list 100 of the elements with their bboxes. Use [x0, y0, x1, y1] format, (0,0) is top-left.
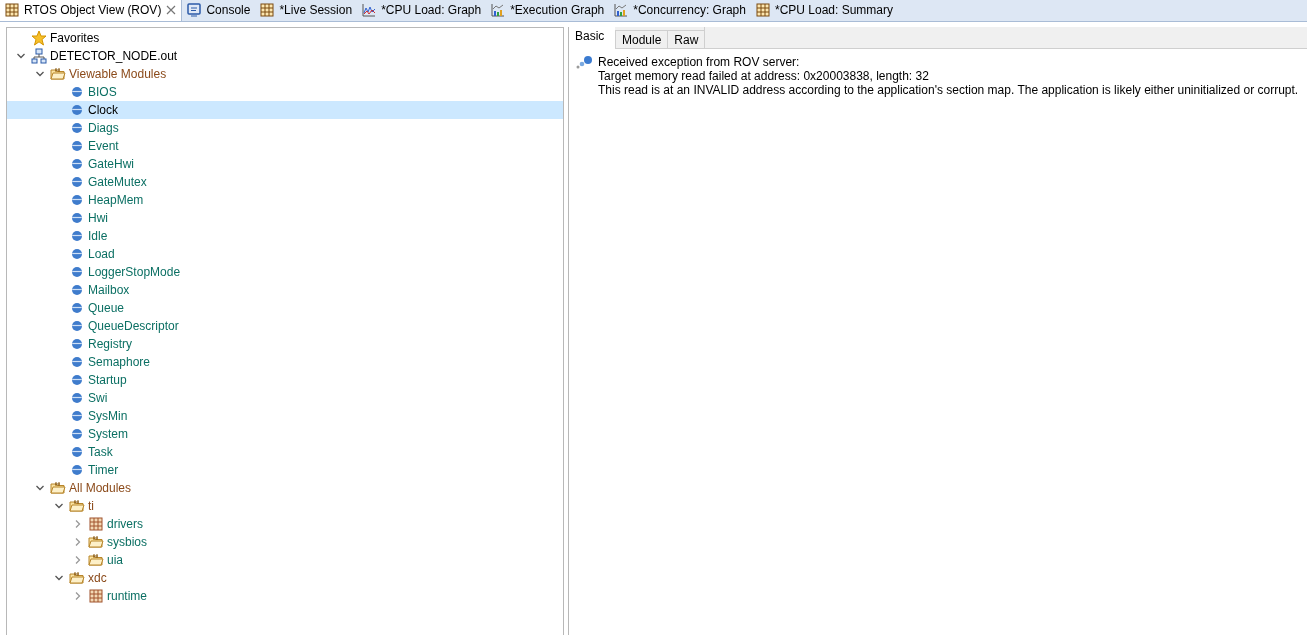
folder-icon [87, 535, 104, 549]
tree-label: Startup [88, 372, 127, 389]
grid-icon [755, 3, 770, 17]
message-title: Received exception from ROV server: [598, 55, 801, 69]
tree-item[interactable]: BIOS [7, 83, 563, 101]
tree-item[interactable]: Registry [7, 335, 563, 353]
chevron-down-icon[interactable] [35, 483, 45, 493]
dot-icon [70, 284, 83, 296]
editor-tab[interactable]: *CPU Load: Summary [750, 0, 898, 21]
dot-icon [70, 392, 83, 404]
dot-icon [70, 374, 83, 386]
tree-item[interactable]: LoggerStopMode [7, 263, 563, 281]
editor-tab[interactable]: *Execution Graph [486, 0, 610, 21]
dot-icon [70, 104, 83, 116]
tree-label: All Modules [69, 480, 132, 497]
tree-label: ti [88, 498, 94, 515]
chevron-down-icon[interactable] [54, 501, 64, 511]
message-line: Target memory read failed at address: 0x20003838, length: 32 [598, 69, 930, 83]
tree-label: BIOS [88, 84, 117, 101]
tree-label: GateHwi [88, 156, 134, 173]
tree-item[interactable]: Load [7, 245, 563, 263]
tree-label: Queue [88, 300, 125, 317]
chevron-down-icon[interactable] [35, 69, 45, 79]
grid-icon [88, 517, 103, 531]
tree-item[interactable]: sysbios [7, 533, 563, 551]
tree-item[interactable]: Semaphore [7, 353, 563, 371]
tree-item[interactable]: Idle [7, 227, 563, 245]
tree-item[interactable]: Swi [7, 389, 563, 407]
tree-item[interactable]: Task [7, 443, 563, 461]
editor-tab[interactable]: *Concurrency: Graph [609, 0, 751, 21]
grid-icon [5, 3, 19, 17]
tree-label: Swi [88, 390, 108, 407]
tree-item[interactable]: Mailbox [7, 281, 563, 299]
editor-tab[interactable]: Console [182, 0, 256, 21]
tree-item[interactable]: HeapMem [7, 191, 563, 209]
folder-icon [68, 571, 85, 585]
tree-item[interactable]: Startup [7, 371, 563, 389]
tree-label: System [88, 426, 128, 443]
bar-chart-icon [614, 3, 629, 17]
tree-label: Hwi [88, 210, 108, 227]
dot-icon [70, 320, 83, 332]
editor-tab[interactable]: RTOS Object View (ROV) [0, 0, 183, 21]
tree-label: xdc [88, 570, 107, 587]
dot-icon [70, 230, 83, 242]
tree-item[interactable]: System [7, 425, 563, 443]
star-icon [30, 30, 47, 46]
message-line: This read is at an INVALID address according to the application's section map. The application is likely either uninitialized or corrupt. [598, 83, 1299, 97]
tree-item[interactable]: GateHwi [7, 155, 563, 173]
editor-tab[interactable]: *Live Session [255, 0, 358, 21]
tree-item[interactable]: DETECTOR_NODE.out [7, 47, 563, 65]
dot-icon [70, 410, 83, 422]
tree-label: Registry [88, 336, 132, 353]
dot-icon [70, 356, 83, 368]
grid-icon [88, 589, 103, 603]
tree-item[interactable]: xdc [7, 569, 563, 587]
tree-item[interactable]: SysMin [7, 407, 563, 425]
dot-icon [70, 302, 83, 314]
tree-item[interactable]: Hwi [7, 209, 563, 227]
tree-item[interactable]: ti [7, 497, 563, 515]
tree-label: Timer [88, 462, 119, 479]
tree-label: runtime [107, 588, 147, 605]
tree-label: HeapMem [88, 192, 144, 209]
chevron-down-icon[interactable] [54, 573, 64, 583]
detail-tab[interactable]: Module [615, 30, 668, 48]
molecule-dots-icon [576, 55, 593, 69]
tree-item[interactable]: QueueDescriptor [7, 317, 563, 335]
tree-label: Clock [88, 102, 118, 119]
dot-icon [70, 464, 83, 476]
dot-icon [70, 122, 83, 134]
tree-item[interactable]: Timer [7, 461, 563, 479]
tree-item[interactable]: runtime [7, 587, 563, 605]
tree-item[interactable]: drivers [7, 515, 563, 533]
detail-tab[interactable]: Basic [569, 26, 615, 49]
dot-icon [70, 176, 83, 188]
tree-item[interactable]: Queue [7, 299, 563, 317]
tree-item[interactable]: Diags [7, 119, 563, 137]
dot-icon [70, 446, 83, 458]
dot-icon [70, 338, 83, 350]
tree-item[interactable]: uia [7, 551, 563, 569]
dot-icon [70, 266, 83, 278]
tree-label: Mailbox [88, 282, 130, 299]
tree-item[interactable]: Clock [7, 101, 563, 119]
editor-tab[interactable]: *CPU Load: Graph [357, 0, 487, 21]
folder-icon [49, 67, 66, 81]
tree-label: uia [107, 552, 123, 569]
tree-item[interactable]: Favorites [7, 29, 563, 47]
dot-icon [70, 86, 83, 98]
tree-item[interactable]: GateMutex [7, 173, 563, 191]
close-icon[interactable] [166, 5, 177, 15]
tree-label: Favorites [50, 30, 100, 47]
tree-label: DETECTOR_NODE.out [50, 48, 178, 65]
tree-label: QueueDescriptor [88, 318, 179, 335]
chevron-down-icon[interactable] [16, 51, 26, 61]
dot-icon [70, 194, 83, 206]
tree-label: Viewable Modules [69, 66, 167, 83]
tree-item[interactable]: Event [7, 137, 563, 155]
detail-tab[interactable]: Raw [667, 30, 705, 48]
tree-item[interactable]: Viewable Modules [7, 65, 563, 83]
tree-label: GateMutex [88, 174, 147, 191]
tree-item[interactable]: All Modules [7, 479, 563, 497]
